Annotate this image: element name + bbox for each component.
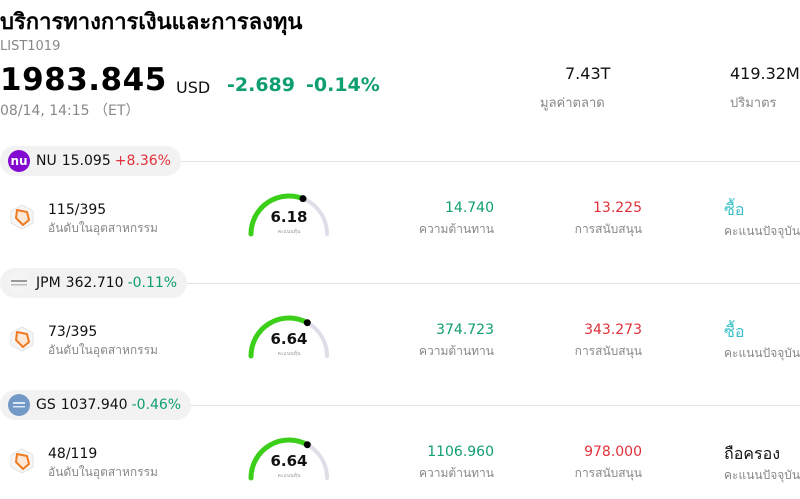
current-rating-label: คะแนนปัจจุบัน xyxy=(724,468,800,482)
current-rating: ถือครอง xyxy=(724,444,781,463)
company-logo-icon: nu xyxy=(8,150,30,172)
support-value: 343.273 xyxy=(584,322,642,338)
page-title: บริการทางการเงินและการลงทุน xyxy=(0,10,303,35)
industry-rank-value: 48/119 xyxy=(48,446,98,462)
current-rating: ซื้อ xyxy=(724,322,745,341)
support-label: การสนับสนุน xyxy=(574,344,642,358)
gauge-marker xyxy=(303,441,311,449)
industry-rank-label: อันดับในอุตสาหกรรม xyxy=(48,343,158,357)
industry-rank-label: อันดับในอุตสาหกรรม xyxy=(48,465,158,479)
price-change: -2.689 xyxy=(227,74,295,96)
industry-rank-icon xyxy=(10,448,34,474)
stock-price: 1037.940 xyxy=(60,397,128,413)
company-logo-icon xyxy=(8,394,30,416)
list-code: LIST1019 xyxy=(0,39,61,54)
stock-score-label: คะแนนหุ้น xyxy=(277,229,301,235)
stock-change-percent: -0.46% xyxy=(131,397,182,413)
stock-change-percent: +8.36% xyxy=(114,153,171,169)
stock-price: 15.095 xyxy=(61,153,111,169)
support-label: การสนับสนุน xyxy=(574,466,642,480)
stock-ticker: NU xyxy=(36,153,57,169)
stock-score-value: 6.18 xyxy=(270,208,308,226)
industry-rank-label: อันดับในอุตสาหกรรม xyxy=(48,221,158,235)
market-cap-label: มูลค่าตลาด xyxy=(540,96,605,111)
industry-rank-icon xyxy=(10,204,34,230)
stock-score-label: คะแนนหุ้น xyxy=(277,473,301,479)
logo-text: nu xyxy=(10,154,28,168)
support-value: 978.000 xyxy=(584,444,642,460)
stock-chip[interactable]: JPM 362.710 -0.11% xyxy=(0,268,188,298)
stock-ticker: GS xyxy=(36,397,56,413)
row-divider xyxy=(180,161,800,162)
stock-score-label: คะแนนหุ้น xyxy=(277,351,301,357)
price-change-percent: -0.14% xyxy=(306,74,380,96)
industry-rank-icon xyxy=(10,326,34,352)
current-rating-label: คะแนนปัจจุบัน xyxy=(724,224,800,238)
resistance-value: 1106.960 xyxy=(427,444,494,460)
industry-rank-value: 73/395 xyxy=(48,324,98,340)
stock-score-value: 6.64 xyxy=(270,452,308,470)
stock-chip[interactable]: GS 1037.940 -0.46% xyxy=(0,390,192,420)
stock-chip[interactable]: nu NU 15.095 +8.36% xyxy=(0,146,181,176)
gs-logo-icon xyxy=(13,402,25,408)
stock-change-percent: -0.11% xyxy=(127,275,178,291)
industry-rank-value: 115/395 xyxy=(48,202,107,218)
index-price: 1983.845 xyxy=(0,62,167,98)
stock-price: 362.710 xyxy=(65,275,124,291)
volume-value: 419.32M xyxy=(730,64,800,83)
resistance-label: ความต้านทาน xyxy=(419,344,494,358)
row-divider xyxy=(180,405,800,406)
jpm-logo-icon xyxy=(11,280,27,286)
current-rating: ซื้อ xyxy=(724,200,745,219)
volume-label: ปริมาตร xyxy=(730,96,777,111)
gauge-marker xyxy=(303,319,311,327)
row-divider xyxy=(180,283,800,284)
timestamp: 08/14, 14:15 （ET） xyxy=(0,103,140,119)
current-rating-label: คะแนนปัจจุบัน xyxy=(724,346,800,360)
currency-label: USD xyxy=(176,78,211,97)
resistance-label: ความต้านทาน xyxy=(419,222,494,236)
support-label: การสนับสนุน xyxy=(574,222,642,236)
support-value: 13.225 xyxy=(593,200,642,216)
resistance-label: ความต้านทาน xyxy=(419,466,494,480)
company-logo-icon xyxy=(8,272,30,294)
stock-score-value: 6.64 xyxy=(270,330,308,348)
stock-ticker: JPM xyxy=(36,275,61,291)
resistance-value: 14.740 xyxy=(445,200,494,216)
market-cap-value: 7.43T xyxy=(565,64,611,83)
resistance-value: 374.723 xyxy=(436,322,494,338)
gauge-marker xyxy=(299,195,307,203)
